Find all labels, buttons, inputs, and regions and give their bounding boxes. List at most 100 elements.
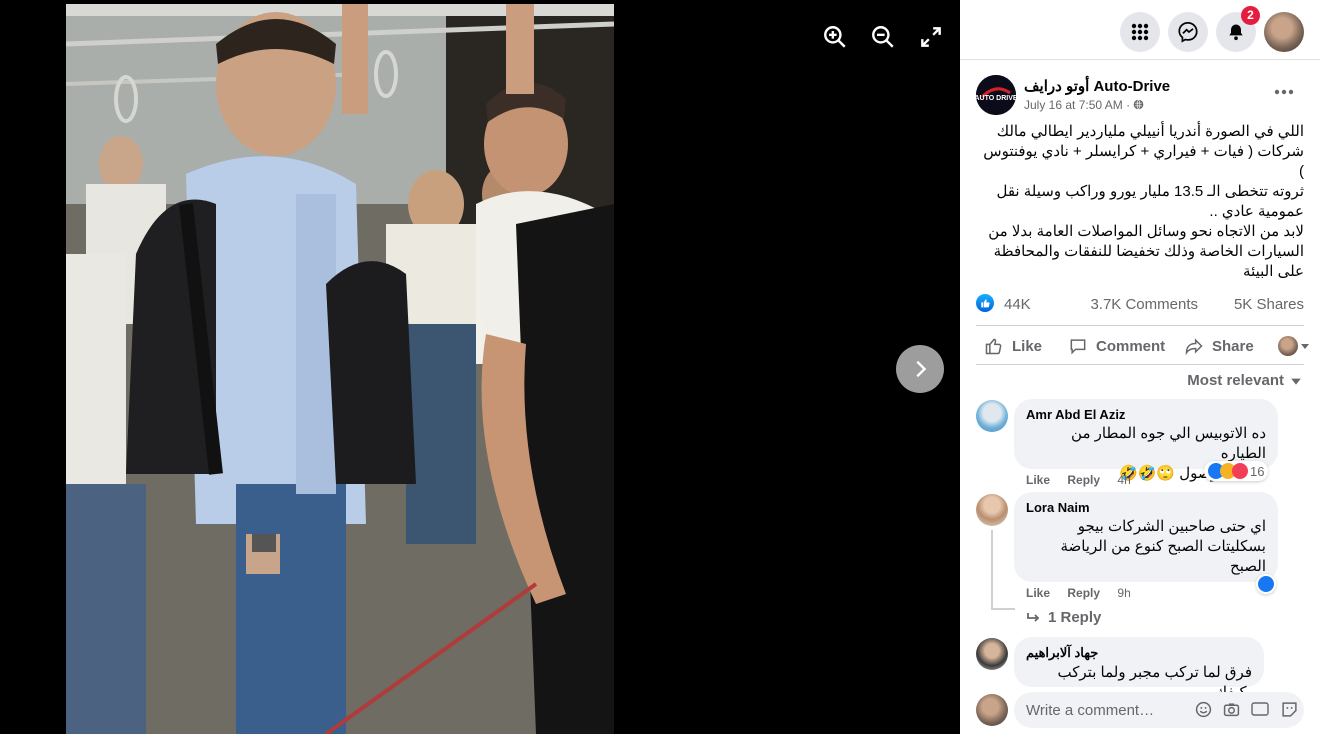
messenger-icon [1178,21,1198,43]
shares-count[interactable]: 5K Shares [1234,296,1304,313]
post-text-line: عمومية عادي .. [1209,203,1304,220]
comment-time[interactable]: 9h [1117,586,1130,600]
commenter-avatar[interactable] [976,494,1008,526]
post-actions: Like Comment Share [976,330,1309,362]
meta-separator: · [1126,98,1131,112]
post-meta: July 16 at 7:50 AM · [1024,98,1144,112]
composer-avatar[interactable] [976,694,1008,726]
page-name[interactable]: أوتو درايف Auto-Drive [1024,77,1170,95]
chevron-down-icon [1291,378,1301,385]
post-stats: 44K 3.7K Comments 5K Shares [976,292,1304,316]
thread-line [991,608,1015,610]
react-as-selector[interactable] [1278,336,1310,356]
post-text: اللي في الصورة أندريا أنييلي ملياردير اي… [976,122,1304,282]
photo-illustration [66,4,614,734]
comment-sort-dropdown[interactable]: Most relevant [1187,372,1302,389]
thread-line [991,530,993,610]
post-header: AUTO DRIVE أوتو درايف Auto-Drive July 16… [976,75,1306,119]
comment-icon [1070,339,1086,355]
notifications-button[interactable]: 2 [1216,6,1260,52]
comment-label: Comment [1096,337,1166,355]
post-text-line: اللي في الصورة أندريا أنييلي ملياردير اي… [996,123,1304,140]
divider [976,325,1304,326]
post-text-line: على البيئة [1243,263,1304,280]
menu-grid-icon [1131,23,1149,41]
account-avatar-small [1278,336,1298,356]
post-text-line: السيارات الخاصة وذلك تخفيضا للنفقات والم… [993,243,1304,260]
reactions-count[interactable]: 44K [1004,296,1031,313]
comment-time[interactable]: 4h [1117,473,1130,487]
more-options-icon [1274,89,1294,95]
comment-button[interactable]: Comment [1068,336,1165,356]
comment-reply-link[interactable]: Reply [1067,586,1100,600]
thumbs-up-icon [985,338,1002,355]
comment-text-line: ده الاتوبيس الي جوه المطار من الطياره [1071,425,1266,462]
commenter-name[interactable]: Amr Abd El Aziz [1026,407,1266,422]
next-arrow-icon [916,360,927,378]
messenger-button[interactable] [1168,12,1208,52]
like-label: Like [1012,337,1043,355]
svg-text:AUTO DRIVE: AUTO DRIVE [976,95,1016,102]
commenter-avatar[interactable] [976,638,1008,670]
comment-composer: Write a comment… [976,692,1306,728]
page-logo-avatar[interactable]: AUTO DRIVE [976,75,1016,115]
commenter-name[interactable]: Lora Naim [1026,500,1266,515]
emoji-icon[interactable] [1194,700,1212,718]
share-icon [1185,338,1203,356]
top-navigation: 2 [960,0,1320,60]
facebook-photo-viewer: 2 AUTO DRIVE أوتو درايف Auto-Drive July … [0,0,1320,734]
divider [976,364,1304,365]
comment-reply-link[interactable]: Reply [1067,473,1100,487]
composer-tools [1194,700,1298,718]
notifications-bell-icon [1229,24,1243,41]
view-replies-link[interactable]: 1 Reply [1026,609,1101,626]
zoom-out-icon[interactable] [870,24,896,50]
comment-reactions[interactable]: 16 [1204,461,1269,481]
comment-like-link[interactable]: Like [1026,473,1050,487]
sticker-icon[interactable] [1280,700,1298,718]
next-photo-button[interactable] [896,345,944,393]
gif-icon[interactable] [1250,700,1270,718]
post-text-line: لابد من الاتجاه نحو وسائل المواصلات العا… [988,223,1304,240]
post-options-button[interactable] [1272,83,1296,107]
notification-count-badge: 2 [1241,6,1260,25]
auto-drive-logo: AUTO DRIVE [976,75,1016,115]
like-button[interactable]: Like [984,336,1042,356]
comment-text-line: بسكليتات الصبح كنوع من الرياضة [1060,538,1266,555]
comment-actions: Like Reply 4h [1026,473,1145,487]
post-text-line: ثروته تتخطى الـ 13.5 مليار يورو وراكب وس… [996,183,1304,200]
comment-text-line: اي حتى صاحبين الشركات بيجو [1077,518,1266,535]
comment-reactions[interactable] [1256,574,1276,594]
globe-icon [1134,99,1144,110]
share-label: Share [1212,337,1254,355]
post-side-panel: 2 AUTO DRIVE أوتو درايف Auto-Drive July … [960,0,1320,734]
like-reaction-icon [1258,576,1274,592]
replies-count: 1 Reply [1048,609,1102,626]
reply-arrow-icon [1027,612,1040,622]
comment-bubble: Amr Abd El Aziz ده الاتوبيس الي جوه المط… [1014,399,1278,482]
post-photo[interactable] [66,4,614,734]
comment-placeholder: Write a comment… [1026,702,1155,719]
post-date[interactable]: July 16 at 7:50 AM [1024,98,1123,112]
comment-input[interactable]: Write a comment… [1014,692,1304,728]
comment-reaction-count: 16 [1250,463,1265,479]
fullscreen-icon[interactable] [918,24,944,50]
comment-like-link[interactable]: Like [1026,586,1050,600]
camera-icon[interactable] [1222,700,1240,718]
comments-count[interactable]: 3.7K Comments [1090,296,1198,313]
comment-actions: Like Reply 9h [1026,586,1145,600]
commenter-name[interactable]: جهاد آلابراهيم [1026,645,1252,661]
commenter-avatar[interactable] [976,400,1008,432]
share-button[interactable]: Share [1184,336,1254,356]
like-reaction-icon[interactable] [976,294,994,312]
photo-viewer [0,0,960,734]
comment-bubble: جهاد آلابراهيم فرق لما تركب مجبر ولما بت… [1014,637,1264,701]
love-reaction-icon [1232,463,1248,479]
menu-button[interactable] [1120,12,1160,52]
comment-bubble: Lora Naim اي حتى صاحبين الشركات بيجو بسك… [1014,492,1278,582]
comment-text-line: الصبح [1230,558,1266,575]
chevron-down-icon [1301,344,1309,349]
zoom-in-icon[interactable] [822,24,848,50]
post-text-line: شركات ( فيات + فيراري + كرايسلر + نادي ي… [983,143,1304,180]
account-avatar[interactable] [1264,12,1304,52]
